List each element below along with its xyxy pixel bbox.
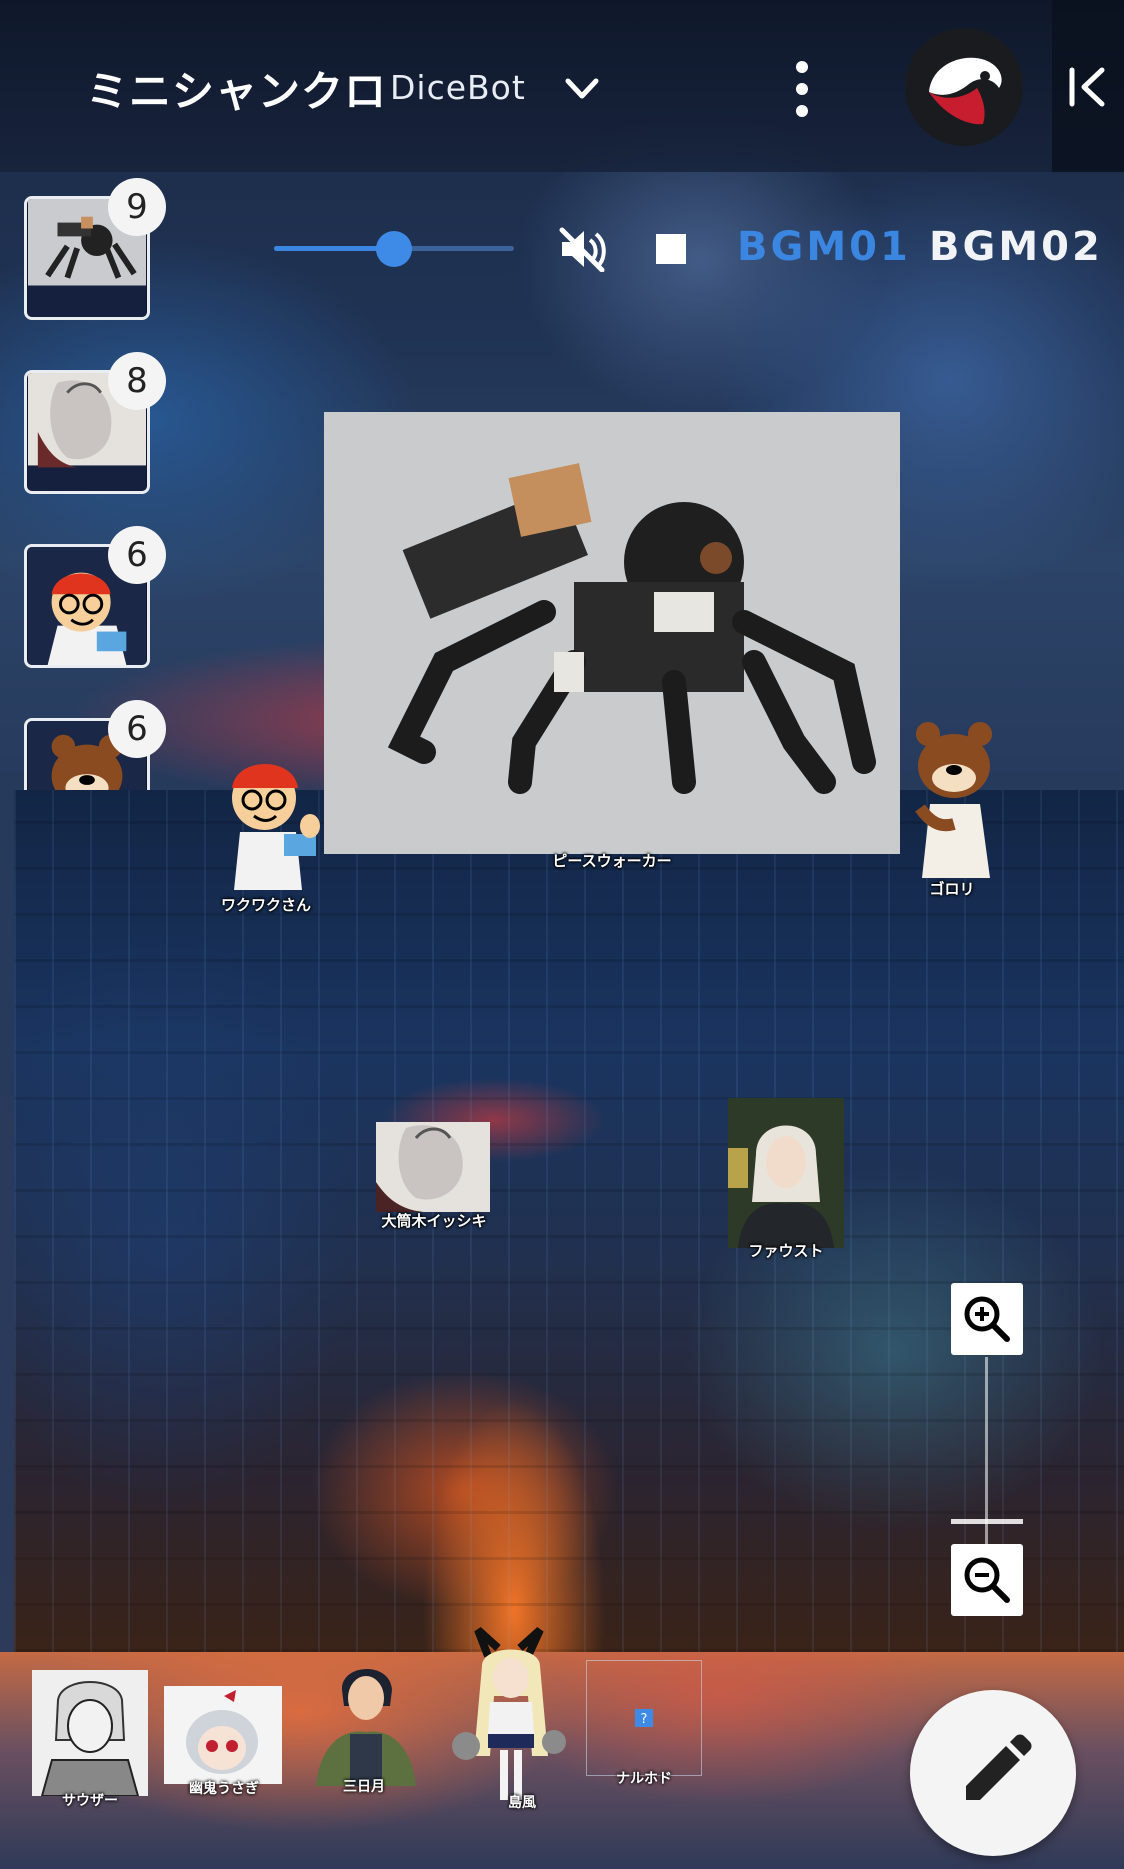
map-piece[interactable] — [214, 740, 322, 890]
piece-image — [915, 722, 992, 878]
edit-fab-button[interactable] — [910, 1690, 1076, 1856]
udonarium-logo-icon — [929, 57, 1002, 125]
piece-image — [452, 1627, 566, 1800]
app-logo-button[interactable] — [905, 28, 1023, 146]
missing-image-icon: ? — [635, 1709, 653, 1727]
map-piece[interactable] — [324, 412, 900, 854]
zoom-out-button[interactable] — [951, 1544, 1023, 1616]
volume-off-icon[interactable] — [556, 226, 608, 272]
bgm-track-2[interactable]: BGM02 — [929, 224, 1103, 270]
piece-image — [728, 1125, 834, 1248]
tray-piece-label: ナルホド — [616, 1771, 672, 1787]
bgm-track-1[interactable]: BGM01 — [737, 224, 911, 270]
volume-slider-thumb[interactable] — [376, 231, 412, 267]
tray-piece-label: 島風 — [508, 1795, 536, 1811]
piece-image — [40, 1681, 140, 1796]
piece-image — [316, 1668, 416, 1786]
room-name: ミニシャンクロ — [86, 67, 388, 116]
collapse-panel-button[interactable] — [1052, 0, 1124, 172]
piece-image — [387, 463, 876, 794]
map-piece-label: ファウスト — [748, 1242, 824, 1260]
piece-image — [376, 1125, 463, 1212]
piece-image — [186, 1690, 258, 1774]
piece-image — [232, 764, 320, 890]
tray-piece[interactable]: ? — [586, 1660, 702, 1776]
edit-pencil-icon — [966, 1734, 1032, 1800]
character-badge: 8 — [108, 352, 166, 410]
character-badge: 6 — [108, 700, 166, 758]
map-piece[interactable] — [900, 712, 1008, 878]
map-piece-label: ピースウォーカー — [552, 852, 672, 870]
zoom-in-button[interactable] — [951, 1283, 1023, 1355]
more-vert-icon[interactable] — [780, 58, 824, 120]
character-badge: 6 — [108, 526, 166, 584]
stop-icon[interactable] — [656, 234, 686, 264]
character-badge: 9 — [108, 178, 166, 236]
zoom-in-icon — [964, 1296, 1010, 1342]
map-piece-label: ワクワクさん — [220, 896, 312, 914]
collapse-left-icon — [1069, 67, 1105, 107]
chevron-down-icon[interactable] — [560, 72, 604, 106]
tray-piece-label: 幽鬼うさぎ — [189, 1781, 259, 1797]
app-header: ミニシャンクロ DiceBot — [0, 0, 1124, 172]
tray-piece[interactable] — [306, 1650, 426, 1786]
tray-piece-label: サウザー — [62, 1793, 118, 1809]
zoom-out-icon — [964, 1557, 1010, 1603]
tray-piece[interactable] — [448, 1626, 574, 1806]
dice-system-label[interactable]: DiceBot — [390, 68, 526, 107]
map-piece-label: 大筒木イッシキ — [381, 1212, 487, 1230]
svg-text:?: ? — [641, 1712, 648, 1727]
map-piece-label: ゴロリ — [929, 880, 975, 898]
zoom-slider-thumb[interactable] — [951, 1519, 1023, 1524]
tray-piece[interactable] — [164, 1686, 282, 1784]
map-piece[interactable] — [728, 1098, 844, 1248]
tray-piece-label: 三日月 — [343, 1779, 385, 1795]
tray-piece[interactable] — [32, 1670, 148, 1796]
map-piece[interactable] — [376, 1122, 490, 1212]
